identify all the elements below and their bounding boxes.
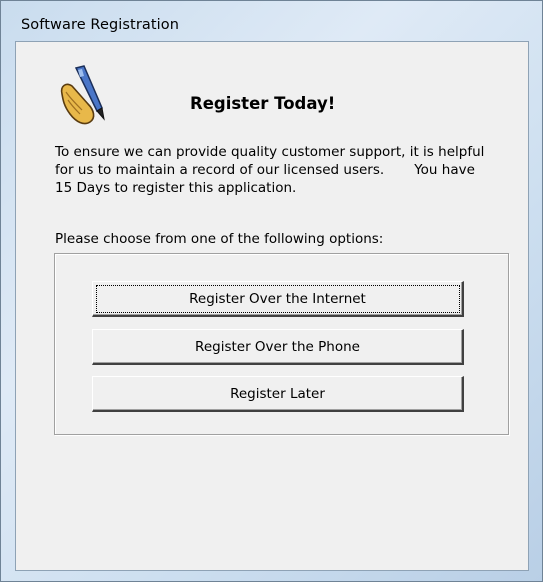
- options-prompt: Please choose from one of the following …: [55, 231, 384, 247]
- register-internet-button[interactable]: Register Over the Internet: [92, 281, 464, 317]
- register-later-button[interactable]: Register Later: [92, 376, 464, 412]
- description-line-3: 15 Days to register this application.: [55, 180, 297, 196]
- registration-window: Software Registration Register Today! To…: [0, 0, 543, 582]
- heading: Register Today!: [190, 94, 336, 113]
- register-phone-button[interactable]: Register Over the Phone: [92, 329, 464, 365]
- window-title: Software Registration: [21, 17, 180, 33]
- description-line-2: for us to maintain a record of our licen…: [55, 162, 475, 178]
- dialog-body: Register Today! To ensure we can provide…: [15, 41, 529, 571]
- pen-writing-icon: [60, 65, 105, 125]
- description-text: To ensure we can provide quality custome…: [55, 143, 521, 197]
- options-group: Register Over the Internet Register Over…: [54, 253, 509, 435]
- description-line-1: To ensure we can provide quality custome…: [55, 144, 485, 160]
- title-bar[interactable]: Software Registration: [1, 1, 542, 41]
